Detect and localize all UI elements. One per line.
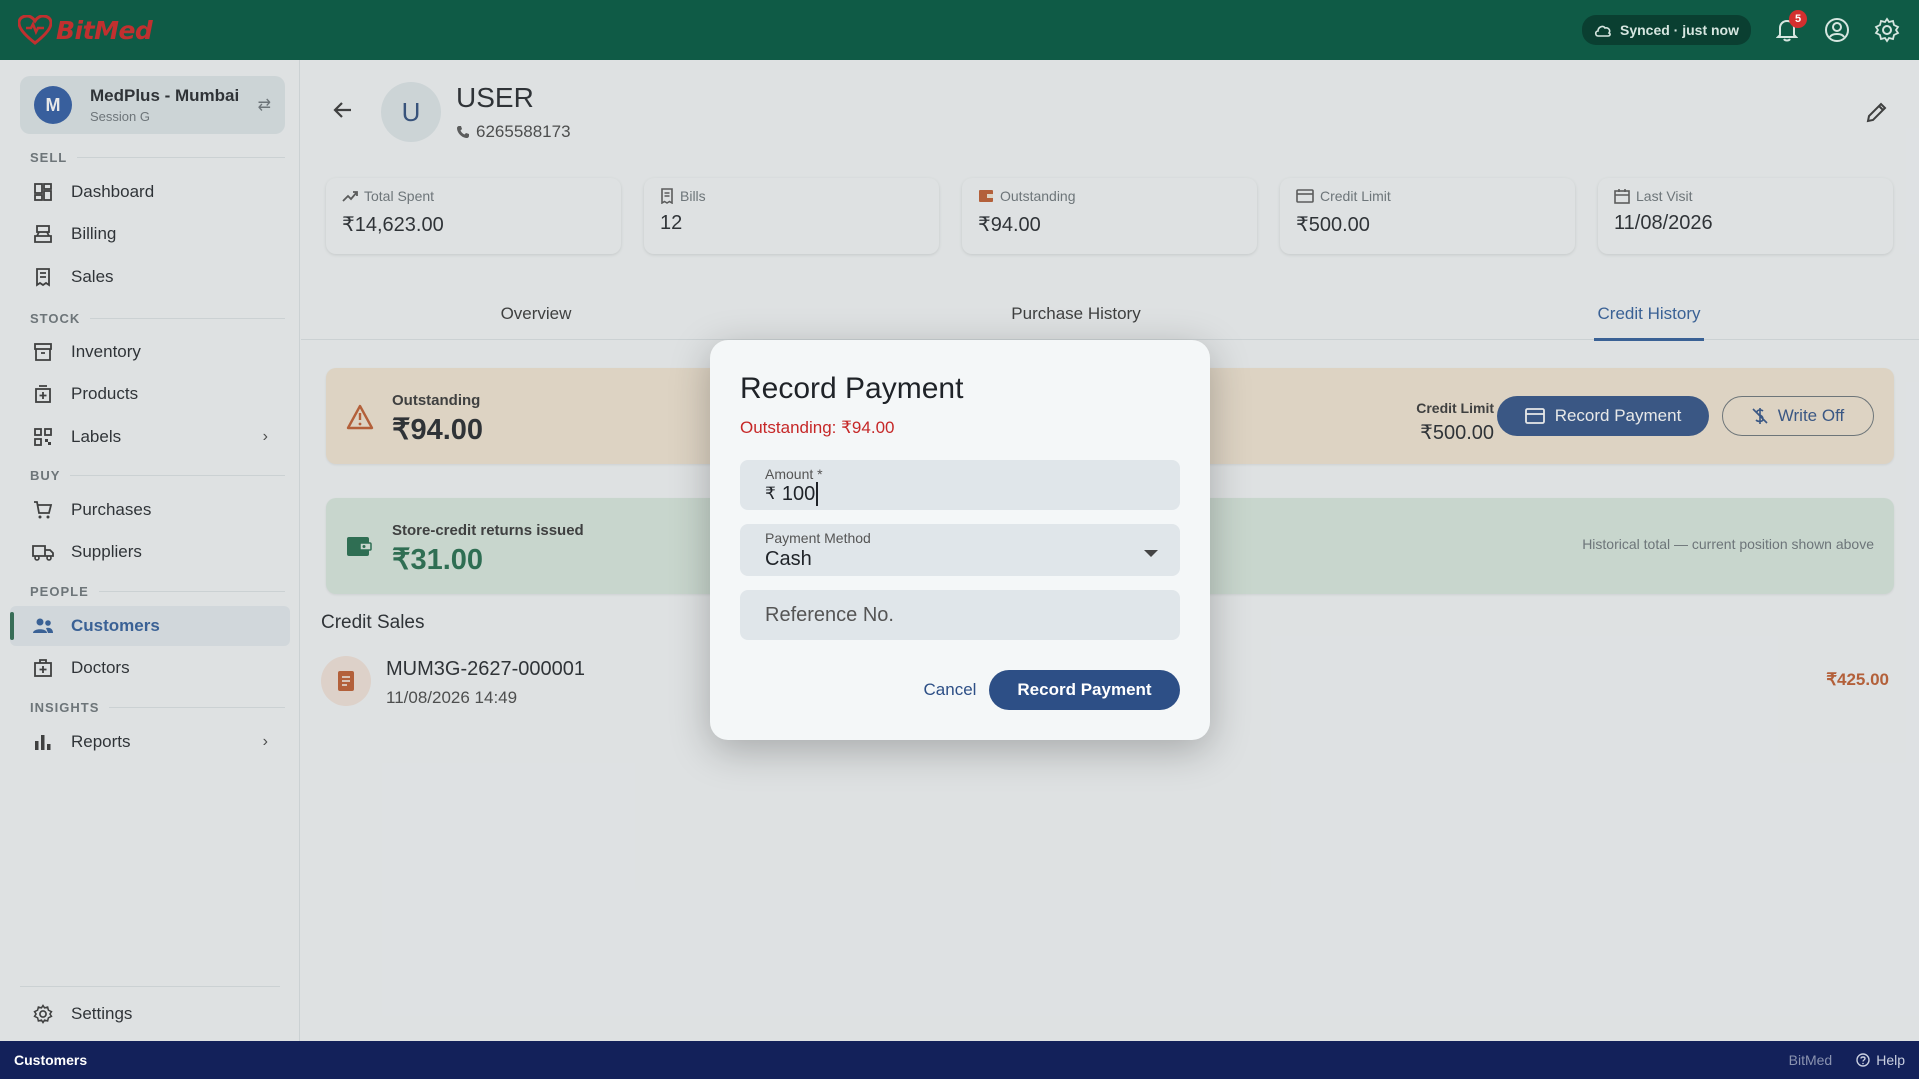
text-caret [816,482,819,506]
notification-badge: 5 [1789,10,1807,28]
account-button[interactable] [1823,16,1851,44]
record-payment-dialog: Record Payment Outstanding: ₹94.00 Amoun… [710,340,1210,740]
submit-payment-button[interactable]: Record Payment [989,670,1180,710]
amount-field[interactable]: Amount * ₹ 100 [740,460,1180,510]
reference-field[interactable]: Reference No. [740,590,1180,640]
dialog-outstanding: Outstanding: ₹94.00 [740,418,895,437]
app-logo[interactable]: BitMed [18,15,153,45]
payment-method-select[interactable]: Payment Method Cash [740,524,1180,576]
amount-value-wrapper: ₹ 100 [765,482,819,506]
dialog-title: Record Payment [740,372,964,405]
cancel-button[interactable]: Cancel [900,670,1000,710]
sync-status-text: Synced · just now [1619,22,1739,38]
reference-placeholder: Reference No. [765,604,894,626]
payment-method-value: Cash [765,548,812,570]
notifications-button[interactable]: 5 [1773,10,1807,44]
status-brand: BitMed [1788,1052,1833,1068]
help-button[interactable]: Help [1856,1052,1905,1068]
dropdown-arrow-icon [1144,550,1158,557]
amount-label: Amount * [765,466,823,482]
account-circle-icon [1825,18,1849,42]
top-bar: BitMed Synced · just now 5 [0,0,1919,60]
app-name: BitMed [56,15,153,45]
status-bar: Customers BitMed Help [0,1041,1919,1079]
heart-logo-icon [18,15,52,45]
gear-icon [1874,17,1900,43]
settings-button[interactable] [1873,16,1901,44]
help-label: Help [1876,1052,1905,1068]
help-icon [1856,1053,1870,1067]
cloud-icon [1594,25,1611,37]
payment-method-label: Payment Method [765,530,871,546]
sync-status[interactable]: Synced · just now [1581,15,1751,45]
currency-prefix: ₹ [765,484,776,503]
current-page-label: Customers [14,1052,88,1068]
amount-input[interactable]: 100 [782,483,815,506]
